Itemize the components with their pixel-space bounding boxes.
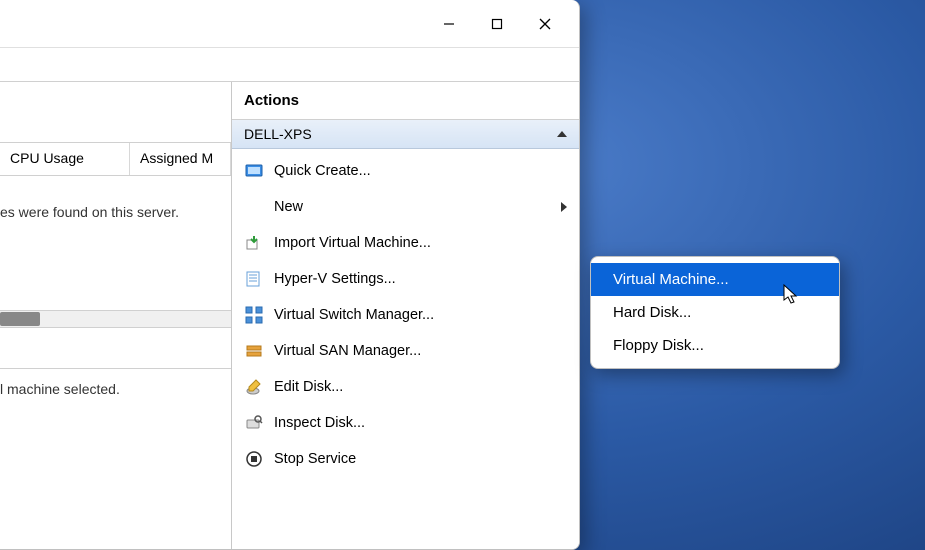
empty-list-message: es were found on this server. <box>0 176 231 220</box>
switch-manager-icon <box>244 305 264 325</box>
horizontal-scrollbar[interactable] <box>0 310 231 328</box>
action-edit-disk[interactable]: Edit Disk... <box>232 369 579 405</box>
action-virtual-switch-manager[interactable]: Virtual Switch Manager... <box>232 297 579 333</box>
action-label: Virtual Switch Manager... <box>274 307 567 323</box>
close-icon <box>538 17 552 31</box>
column-cpu-usage[interactable]: CPU Usage <box>0 143 130 175</box>
actions-header: Actions <box>232 82 579 120</box>
submenu-hard-disk[interactable]: Hard Disk... <box>591 296 839 329</box>
action-label: Stop Service <box>274 451 567 467</box>
action-hyperv-settings[interactable]: Hyper-V Settings... <box>232 261 579 297</box>
settings-icon <box>244 269 264 289</box>
san-manager-icon <box>244 341 264 361</box>
submenu-arrow-icon <box>561 202 567 212</box>
action-new[interactable]: New <box>232 189 579 225</box>
action-label: Import Virtual Machine... <box>274 235 567 251</box>
action-label: Virtual SAN Manager... <box>274 343 567 359</box>
quick-create-icon <box>244 161 264 181</box>
window-titlebar <box>0 0 579 48</box>
actions-panel: Actions DELL-XPS Quick Create... New <box>232 82 579 549</box>
new-submenu: Virtual Machine... Hard Disk... Floppy D… <box>590 256 840 369</box>
inspect-disk-icon <box>244 413 264 433</box>
submenu-floppy-disk[interactable]: Floppy Disk... <box>591 329 839 362</box>
minimize-button[interactable] <box>425 4 473 44</box>
action-label: Edit Disk... <box>274 379 567 395</box>
action-import-vm[interactable]: Import Virtual Machine... <box>232 225 579 261</box>
maximize-button[interactable] <box>473 4 521 44</box>
content-area: CPU Usage Assigned M es were found on th… <box>0 82 579 549</box>
action-label: Quick Create... <box>274 163 567 179</box>
vm-list-panel: CPU Usage Assigned M es were found on th… <box>0 82 232 549</box>
action-label: Hyper-V Settings... <box>274 271 567 287</box>
scrollbar-thumb[interactable] <box>0 312 40 326</box>
submenu-virtual-machine[interactable]: Virtual Machine... <box>591 263 839 296</box>
action-virtual-san-manager[interactable]: Virtual SAN Manager... <box>232 333 579 369</box>
minimize-icon <box>442 17 456 31</box>
import-icon <box>244 233 264 253</box>
detail-message: l machine selected. <box>0 368 231 401</box>
action-label: Inspect Disk... <box>274 415 567 431</box>
stop-icon <box>244 449 264 469</box>
action-stop-service[interactable]: Stop Service <box>232 441 579 477</box>
action-inspect-disk[interactable]: Inspect Disk... <box>232 405 579 441</box>
column-assigned-memory[interactable]: Assigned M <box>130 143 231 175</box>
action-list: Quick Create... New Import Virtual Machi… <box>232 149 579 481</box>
maximize-icon <box>490 17 504 31</box>
blank-icon <box>244 197 264 217</box>
collapse-icon <box>557 131 567 137</box>
action-quick-create[interactable]: Quick Create... <box>232 153 579 189</box>
hyperv-manager-window: CPU Usage Assigned M es were found on th… <box>0 0 580 550</box>
close-button[interactable] <box>521 4 569 44</box>
actions-scope-label: DELL-XPS <box>244 126 312 142</box>
edit-disk-icon <box>244 377 264 397</box>
action-label: New <box>274 199 551 215</box>
menubar <box>0 48 579 82</box>
actions-scope-header[interactable]: DELL-XPS <box>232 120 579 149</box>
column-headers: CPU Usage Assigned M <box>0 142 231 176</box>
